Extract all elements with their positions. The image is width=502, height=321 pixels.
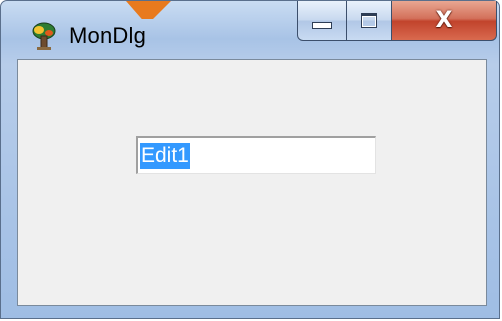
maximize-button[interactable] <box>346 1 392 41</box>
close-icon: X <box>435 8 453 33</box>
dialog-window: MonDlg X Edit1 <box>0 0 500 319</box>
window-title: MonDlg <box>69 23 147 48</box>
close-button[interactable]: X <box>391 1 497 41</box>
edit1-selected-text[interactable]: Edit1 <box>140 143 190 169</box>
maximize-icon <box>361 13 377 28</box>
dialog-client-area: Edit1 <box>17 59 487 306</box>
minimize-button[interactable] <box>297 1 347 41</box>
caption-buttons: X <box>297 1 497 43</box>
minimize-icon <box>312 22 332 29</box>
app-tree-icon[interactable] <box>29 21 59 51</box>
edit1-field[interactable]: Edit1 <box>136 136 376 174</box>
